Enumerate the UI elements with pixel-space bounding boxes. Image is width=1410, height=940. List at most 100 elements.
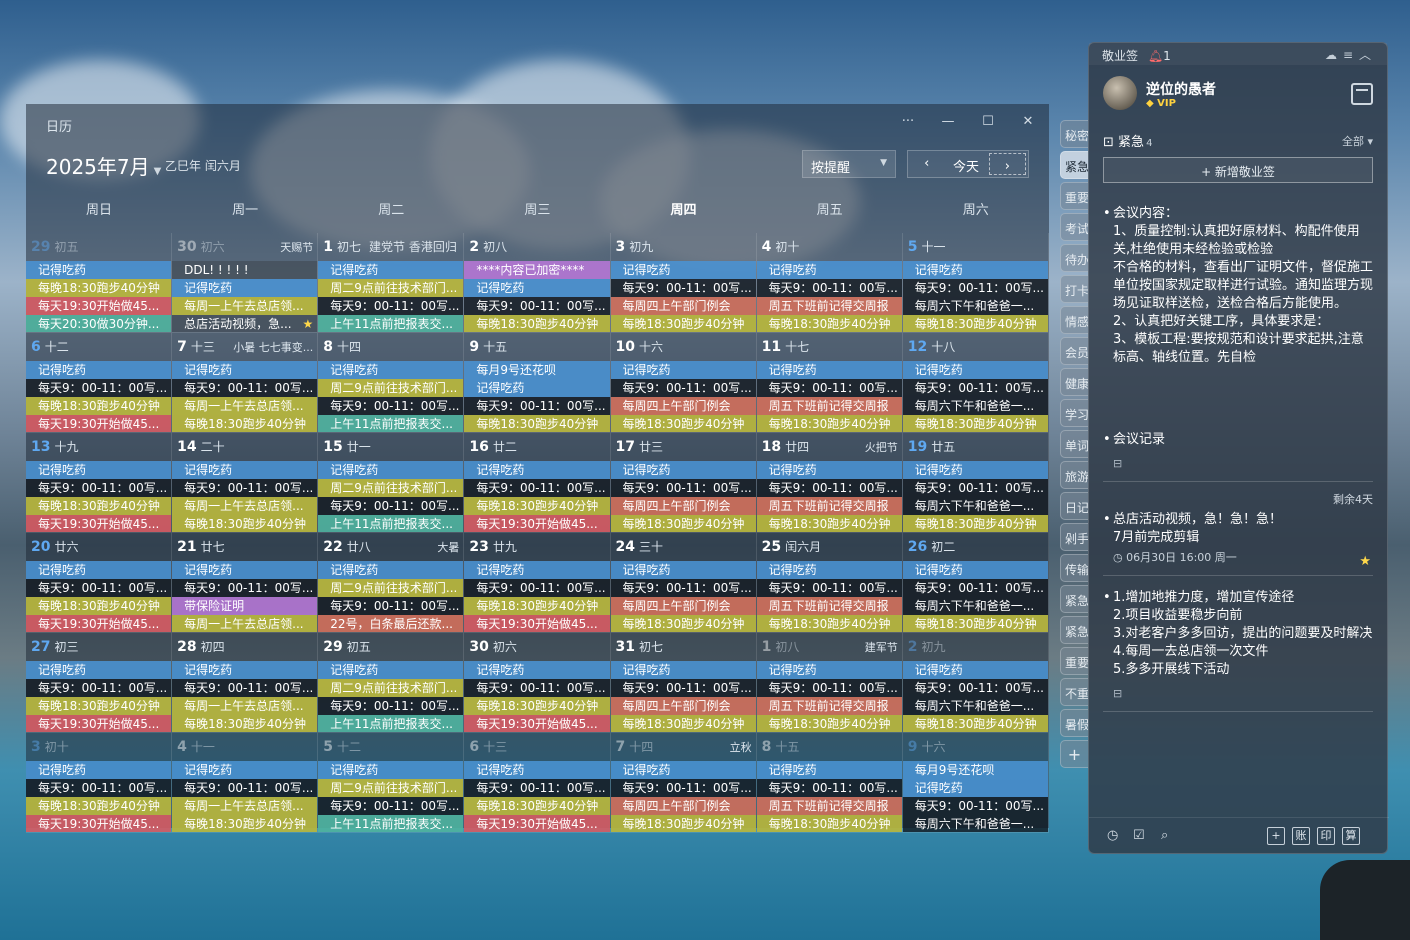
event-item[interactable]: 每天9：00-11：00写... (26, 679, 172, 697)
event-item[interactable]: 每晚18:30跑步40分钟 (902, 315, 1048, 332)
event-item[interactable]: 记得吃药 (610, 761, 756, 779)
event-item[interactable]: 每天9：00-11：00写... (318, 697, 464, 715)
event-item[interactable]: 每天9：00-11：00写... (464, 679, 610, 697)
day-cell[interactable]: 22 廿八 大暑 记得吃药 周二9点前往技术部门... 每天9：00-11：00写... 2… (318, 533, 465, 633)
event-item[interactable]: 每天9：00-11：00写... (318, 497, 464, 515)
category-tab[interactable]: 紧急 (1060, 151, 1088, 179)
event-item[interactable]: 每天19:30开始做45... (464, 515, 610, 532)
event-item[interactable]: 记得吃药 (318, 361, 464, 379)
event-item[interactable]: 每天9：00-11：00写... (26, 379, 172, 397)
event-item[interactable]: 每周四上午部门例会 (610, 697, 756, 715)
category-tab[interactable]: 考试 (1060, 213, 1088, 241)
event-item[interactable]: 每晚18:30跑步40分钟 (610, 515, 756, 532)
day-cell[interactable]: 1 初七 建党节 香港回归 记得吃药 周二9点前往技术部门... 每天9：00-11：00… (318, 233, 465, 333)
sort-dropdown[interactable]: 按提醒 ▼ (802, 150, 896, 178)
event-item[interactable]: 上午11点前把报表交... (318, 415, 464, 432)
event-item[interactable]: 周五下班前记得交周报 (756, 697, 902, 715)
day-cell[interactable]: 21 廿七 记得吃药 每天9：00-11：00写... 带保险证明 每周一上午去总店领..… (172, 533, 319, 633)
event-item[interactable]: 记得吃药 (610, 661, 756, 679)
event-item[interactable]: 周二9点前往技术部门... (318, 479, 464, 497)
day-cell[interactable]: 29 初五 记得吃药 周二9点前往技术部门... 每天9：00-11：00写... 上午1… (318, 633, 465, 733)
event-item[interactable]: 每月9号还花呗 (902, 761, 1048, 779)
event-item[interactable]: 每周六下午和爸爸一... (902, 497, 1048, 515)
category-tab[interactable]: 情感 (1060, 306, 1088, 334)
event-item[interactable]: 每周四上午部门例会 (610, 597, 756, 615)
checkbox-icon[interactable]: ☑ (1133, 828, 1145, 843)
event-item[interactable]: 每晚18:30跑步40分钟 (26, 697, 172, 715)
event-item[interactable]: 每晚18:30跑步40分钟 (756, 815, 902, 832)
event-item[interactable]: 每天9：00-11：00写... (318, 597, 464, 615)
event-item[interactable]: 每晚18:30跑步40分钟 (172, 515, 318, 532)
event-item[interactable]: 记得吃药 (464, 379, 610, 397)
event-item[interactable]: 每晚18:30跑步40分钟 (172, 815, 318, 832)
event-item[interactable]: ****内容已加密**** (464, 261, 610, 279)
event-item[interactable]: 记得吃药 (318, 461, 464, 479)
event-item[interactable]: 每晚18:30跑步40分钟 (26, 497, 172, 515)
more-icon[interactable]: ··· (898, 114, 918, 129)
day-cell[interactable]: 18 廿四 火把节 记得吃药 每天9：00-11：00写... 周五下班前记得交周报 每晚1… (756, 433, 903, 533)
event-item[interactable]: 记得吃药 (902, 361, 1048, 379)
event-item[interactable]: 每晚18:30跑步40分钟 (610, 815, 756, 832)
event-item[interactable]: 记得吃药 (318, 661, 464, 679)
day-cell[interactable]: 15 廿一 记得吃药 周二9点前往技术部门... 每天9：00-11：00写... 上午1… (318, 433, 465, 533)
event-item[interactable]: 每天9：00-11：00写... (464, 297, 610, 315)
filter-dropdown[interactable]: 全部 ▾ (1342, 133, 1373, 149)
event-item[interactable]: 每晚18:30跑步40分钟 (756, 515, 902, 532)
event-item[interactable]: DDL! ! ! ! ! (172, 261, 318, 279)
attach-icon[interactable]: ⊟ (1103, 455, 1373, 473)
event-item[interactable]: 每周四上午部门例会 (610, 497, 756, 515)
event-item[interactable]: 每天9：00-11：00写... (26, 779, 172, 797)
event-item[interactable]: 每天9：00-11：00写... (318, 297, 464, 315)
event-item[interactable]: 周二9点前往技术部门... (318, 779, 464, 797)
day-cell[interactable]: 5 十二 记得吃药 周二9点前往技术部门... 每天9：00-11：00写... 上午11… (318, 733, 465, 833)
event-item[interactable]: 上午11点前把报表交... (318, 515, 464, 532)
day-cell[interactable]: 3 初九 记得吃药 每天9：00-11：00写... 每周四上午部门例会 每晚18:30跑… (610, 233, 757, 333)
event-item[interactable]: 每天9：00-11：00写... (756, 579, 902, 597)
event-item[interactable]: 每周一上午去总店领... (172, 615, 318, 632)
event-item[interactable]: 每晚18:30跑步40分钟 (756, 715, 902, 732)
day-cell[interactable]: 29 初五 记得吃药 每晚18:30跑步40分钟 每天19:30开始做45... 每天20… (26, 233, 173, 333)
event-item[interactable]: 每天9：00-11：00写... (756, 279, 902, 297)
day-cell[interactable]: 6 十三 记得吃药 每天9：00-11：00写... 每晚18:30跑步40分钟 每天19… (464, 733, 611, 833)
category-tab[interactable]: 传输 (1060, 554, 1088, 582)
event-item[interactable]: 周五下班前记得交周报 (756, 397, 902, 415)
event-item[interactable]: 每周一上午去总店领... (172, 297, 318, 315)
event-item[interactable]: 带保险证明 (172, 597, 318, 615)
event-item[interactable]: 每晚18:30跑步40分钟 (172, 415, 318, 432)
event-item[interactable]: 每晚18:30跑步40分钟 (464, 597, 610, 615)
event-item[interactable]: 上午11点前把报表交... (318, 315, 464, 332)
event-item[interactable]: 记得吃药 (172, 279, 318, 297)
day-cell[interactable]: 30 初六 天赐节 DDL! ! ! ! ! 记得吃药 每周一上午去总店领... 总店活动视… (172, 233, 319, 333)
print-button[interactable]: 印 (1317, 827, 1335, 845)
event-item[interactable]: 记得吃药 (756, 261, 902, 279)
new-note-button[interactable]: + 新增敬业签 (1103, 157, 1373, 183)
bell-icon[interactable]: 🔔︎ (1148, 49, 1163, 63)
day-cell[interactable]: 23 廿九 记得吃药 每天9：00-11：00写... 每晚18:30跑步40分钟 每天1… (464, 533, 611, 633)
event-item[interactable]: 记得吃药 (318, 761, 464, 779)
event-item[interactable]: 每天9：00-11：00写... (464, 397, 610, 415)
event-item[interactable]: 每晚18:30跑步40分钟 (902, 415, 1048, 432)
category-tab[interactable]: 紧急 (1060, 616, 1088, 644)
event-item[interactable]: 每天9：00-11：00写... (902, 379, 1048, 397)
category-tab[interactable]: 秘密 (1060, 120, 1088, 148)
day-cell[interactable]: 4 十一 记得吃药 每天9：00-11：00写... 每周一上午去总店领... 每晚18:… (172, 733, 319, 833)
event-item[interactable]: 每天19:30开始做45... (464, 815, 610, 832)
event-item[interactable]: 每晚18:30跑步40分钟 (902, 515, 1048, 532)
category-tab[interactable]: 旅游 (1060, 461, 1088, 489)
event-item[interactable]: 每晚18:30跑步40分钟 (610, 315, 756, 332)
day-cell[interactable]: 30 初六 记得吃药 每天9：00-11：00写... 每晚18:30跑步40分钟 每天1… (464, 633, 611, 733)
event-item[interactable]: 每天19:30开始做45... (26, 515, 172, 532)
event-item[interactable]: 每天9：00-11：00写... (756, 679, 902, 697)
event-item[interactable]: 上午11点前把报表交... (318, 815, 464, 832)
event-item[interactable]: 周二9点前往技术部门... (318, 579, 464, 597)
event-item[interactable]: 每天9：00-11：00写... (610, 779, 756, 797)
event-item[interactable]: 每晚18:30跑步40分钟 (26, 397, 172, 415)
event-item[interactable]: 22号，白条最后还款... (318, 615, 464, 632)
event-item[interactable]: 每天9：00-11：00写... (172, 379, 318, 397)
day-cell[interactable]: 14 二十 记得吃药 每天9：00-11：00写... 每周一上午去总店领... 每晚18… (172, 433, 319, 533)
event-item[interactable]: 每天9：00-11：00写... (756, 479, 902, 497)
day-cell[interactable]: 31 初七 记得吃药 每天9：00-11：00写... 每周四上午部门例会 每晚18:30… (610, 633, 757, 733)
calendar-icon[interactable] (1351, 83, 1373, 105)
event-item[interactable]: 记得吃药 (756, 461, 902, 479)
day-cell[interactable]: 8 十五 记得吃药 每天9：00-11：00写... 周五下班前记得交周报 每晚18:30… (756, 733, 903, 833)
